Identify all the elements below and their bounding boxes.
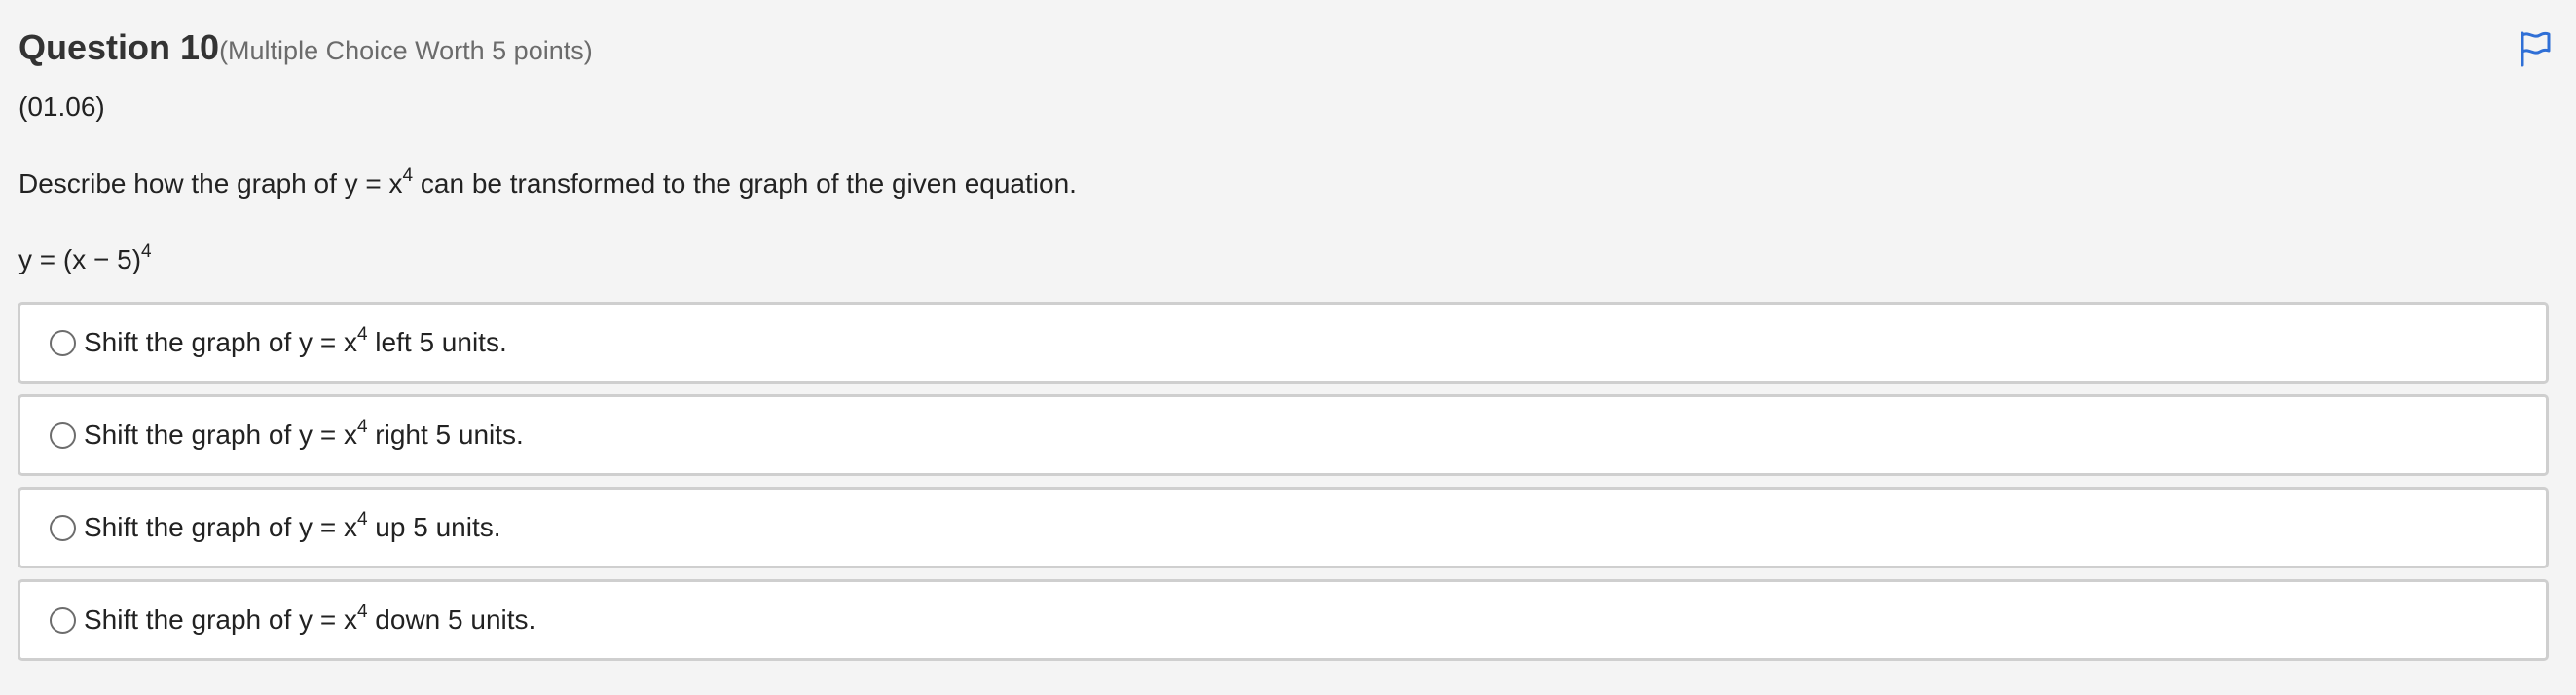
choice-text-end: right 5 units. (367, 420, 524, 450)
prompt-exponent: 4 (402, 165, 414, 186)
choice-exponent: 4 (356, 324, 368, 345)
choice-text-start: Shift the graph of y = x (84, 327, 357, 357)
flag-icon (2521, 31, 2551, 67)
choice-text-start: Shift the graph of y = x (84, 604, 357, 635)
radio-button[interactable] (50, 514, 76, 541)
radio-button[interactable] (50, 421, 76, 449)
equation-base: y = (x − 5) (18, 244, 142, 274)
radio-button[interactable] (50, 606, 76, 634)
equation-exponent: 4 (141, 241, 152, 262)
choice-text: Shift the graph of y = x4 down 5 units. (84, 602, 536, 636)
choice-text-end: left 5 units. (367, 327, 507, 357)
choice-exponent: 4 (356, 417, 368, 437)
prompt-text-end: can be transformed to the graph of the g… (413, 168, 1077, 199)
choice-text: Shift the graph of y = x4 up 5 units. (84, 509, 501, 543)
question-title: Question 10 (18, 27, 220, 67)
choice-text-start: Shift the graph of y = x (84, 512, 357, 542)
choice-exponent: 4 (356, 509, 368, 530)
choice-right[interactable]: Shift the graph of y = x4 right 5 units. (18, 394, 2549, 476)
choice-text: Shift the graph of y = x4 left 5 units. (84, 324, 507, 358)
prompt-text: Describe how the graph of y = x (18, 168, 403, 199)
question-header: Question 10(Multiple Choice Worth 5 poin… (18, 27, 593, 68)
choice-text-start: Shift the graph of y = x (84, 420, 357, 450)
choice-text-end: down 5 units. (367, 604, 536, 635)
choice-text-end: up 5 units. (367, 512, 501, 542)
question-meta: (Multiple Choice Worth 5 points) (219, 36, 593, 65)
flag-question-button[interactable] (2515, 29, 2554, 68)
question-prompt: Describe how the graph of y = x4 can be … (18, 165, 1077, 200)
choice-exponent: 4 (356, 602, 368, 622)
choice-text: Shift the graph of y = x4 right 5 units. (84, 417, 524, 451)
choice-left[interactable]: Shift the graph of y = x4 left 5 units. (18, 302, 2549, 384)
choice-down[interactable]: Shift the graph of y = x4 down 5 units. (18, 579, 2549, 661)
given-equation: y = (x − 5)4 (18, 241, 152, 275)
radio-button[interactable] (50, 329, 76, 356)
question-code: (01.06) (18, 91, 105, 122)
answer-choices: Shift the graph of y = x4 left 5 units. … (18, 302, 2549, 672)
choice-up[interactable]: Shift the graph of y = x4 up 5 units. (18, 487, 2549, 568)
